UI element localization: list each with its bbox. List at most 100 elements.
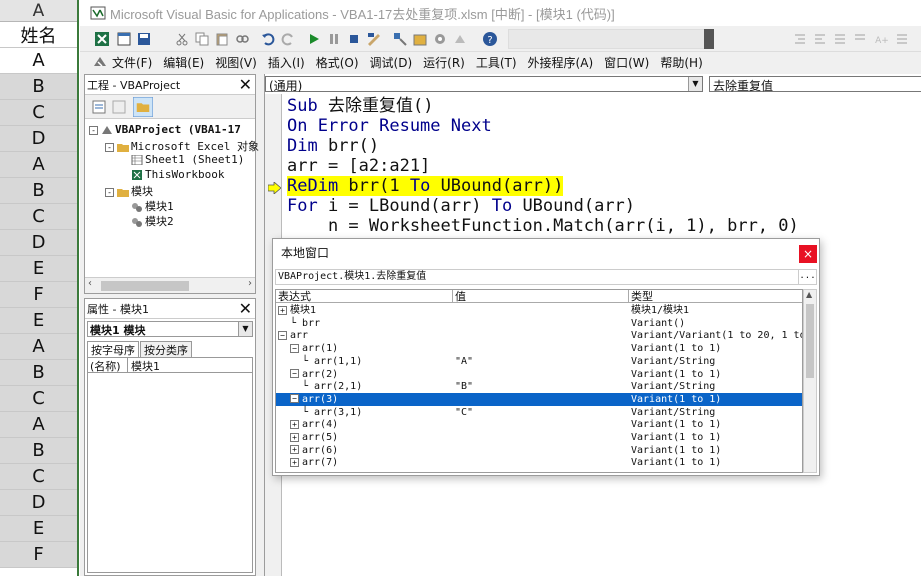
menu-item[interactable]: 运行(R) <box>423 54 465 71</box>
tree-module2[interactable]: 模块2 <box>131 213 174 229</box>
view-object-icon[interactable] <box>111 99 127 115</box>
locals-row[interactable]: + arr(5) Variant(1 to 1) <box>276 431 802 444</box>
expand-icon[interactable]: + <box>290 419 299 429</box>
excel-cell[interactable]: C <box>0 386 77 412</box>
locals-row[interactable]: + arr(6) Variant(1 to 1) <box>276 444 802 457</box>
tree-modules-folder[interactable]: - 模块 <box>105 183 153 199</box>
comment-block-icon[interactable] <box>832 31 848 47</box>
font-size-icon[interactable]: A+ <box>874 31 890 47</box>
excel-cell[interactable]: E <box>0 308 77 334</box>
locals-row[interactable]: └ arr(3,1) "C" Variant/String <box>276 406 802 419</box>
menu-item[interactable]: 窗口(W) <box>604 54 649 71</box>
properties-panel-close-button[interactable]: ✕ <box>239 300 252 318</box>
project-hscrollbar[interactable]: ‹ › <box>85 277 255 293</box>
menu-item[interactable]: 视图(V) <box>215 54 257 71</box>
code-line-arr[interactable]: arr = [a2:a21] <box>287 156 430 176</box>
menu-item[interactable]: 工具(T) <box>476 54 517 71</box>
excel-cell[interactable]: A <box>0 152 77 178</box>
code-line-redim-current[interactable]: ReDim brr(1 To UBound(arr)) <box>287 176 564 196</box>
menu-item[interactable]: 调试(D) <box>370 54 413 71</box>
code-line-sub[interactable]: Sub 去除重复值() <box>287 96 433 116</box>
locals-row[interactable]: − arr(2) Variant(1 to 1) <box>276 368 802 381</box>
tree-module1[interactable]: 模块1 <box>131 198 174 214</box>
excel-view-icon[interactable] <box>94 31 110 47</box>
expand-icon[interactable]: + <box>290 432 299 442</box>
find-icon[interactable] <box>234 31 250 47</box>
header-cell[interactable]: 姓名 <box>0 22 77 48</box>
tree-sheet1[interactable]: Sheet1 (Sheet1) <box>131 153 244 166</box>
toggle-folders-icon[interactable] <box>133 97 153 117</box>
locals-row[interactable]: └ arr(1,1) "A" Variant/String <box>276 355 802 368</box>
copy-icon[interactable] <box>194 31 210 47</box>
excel-cell[interactable]: C <box>0 464 77 490</box>
collapse-icon[interactable]: − <box>290 343 299 353</box>
undo-icon[interactable] <box>260 31 276 47</box>
uncomment-block-icon[interactable] <box>852 31 868 47</box>
code-line-dim[interactable]: Dim brr() <box>287 136 379 156</box>
tree-vbaproject[interactable]: - VBAProject (VBA1-17 <box>89 123 241 136</box>
locals-row[interactable]: └ arr(2,1) "B" Variant/String <box>276 380 802 393</box>
scroll-right-icon[interactable]: › <box>248 278 252 289</box>
paste-icon[interactable] <box>214 31 230 47</box>
scroll-up-icon[interactable]: ▲ <box>806 290 812 299</box>
header-type[interactable]: 类型 <box>629 290 802 303</box>
chevron-down-icon[interactable]: ▼ <box>688 77 702 91</box>
project-panel-close-button[interactable]: ✕ <box>239 76 252 94</box>
code-line-for[interactable]: For i = LBound(arr) To UBound(arr) <box>287 196 635 216</box>
redo-icon[interactable] <box>280 31 296 47</box>
locals-row[interactable]: + arr(4) Variant(1 to 1) <box>276 418 802 431</box>
tree-excel-objects[interactable]: - Microsoft Excel 对象 <box>105 138 259 154</box>
menu-item[interactable]: 格式(O) <box>316 54 359 71</box>
locals-row[interactable]: + arr(7) Variant(1 to 1) <box>276 456 802 469</box>
excel-cell[interactable]: A <box>0 334 77 360</box>
menu-item[interactable]: 帮助(H) <box>660 54 702 71</box>
excel-cell[interactable]: D <box>0 490 77 516</box>
insert-module-icon[interactable] <box>116 31 132 47</box>
object-combobox[interactable]: 模块1 模块 ▼ <box>87 321 253 337</box>
expand-icon[interactable]: + <box>278 305 287 315</box>
menu-item[interactable]: 插入(I) <box>268 54 305 71</box>
excel-cell[interactable]: D <box>0 230 77 256</box>
help-icon[interactable]: ? <box>482 31 498 47</box>
excel-cell[interactable]: B <box>0 178 77 204</box>
collapse-icon[interactable]: − <box>278 330 287 340</box>
outdent-icon[interactable] <box>812 31 828 47</box>
excel-cell[interactable]: F <box>0 282 77 308</box>
column-header-a[interactable]: A <box>0 0 77 22</box>
locals-vscrollbar[interactable]: ▲ <box>803 289 817 473</box>
cut-icon[interactable] <box>174 31 190 47</box>
expand-icon[interactable]: + <box>290 457 299 467</box>
locals-row[interactable]: + 模块1 模块1/模块1 <box>276 304 802 317</box>
code-line-on-error[interactable]: On Error Resume Next <box>287 116 492 136</box>
tab-categorized[interactable]: 按分类序 <box>140 341 192 357</box>
property-row-name[interactable]: (名称) 模块1 <box>87 357 253 373</box>
break-icon[interactable] <box>326 31 342 47</box>
tab-alphabetic[interactable]: 按字母序 <box>87 341 139 357</box>
menu-item[interactable]: 文件(F) <box>112 54 152 71</box>
project-explorer-icon[interactable] <box>392 31 408 47</box>
code-line-match[interactable]: n = WorksheetFunction.Match(arr(i, 1), b… <box>287 216 799 236</box>
excel-cell[interactable]: B <box>0 360 77 386</box>
expand-icon[interactable]: + <box>290 445 299 455</box>
toggle-bookmark-icon[interactable] <box>894 31 910 47</box>
excel-cell[interactable]: D <box>0 126 77 152</box>
locals-row[interactable]: − arr Variant/Variant(1 to 20, 1 to <box>276 329 802 342</box>
tree-thisworkbook[interactable]: ThisWorkbook <box>131 168 224 181</box>
properties-icon[interactable] <box>412 31 428 47</box>
excel-cell[interactable]: A <box>0 48 77 74</box>
vba-menu-icon[interactable] <box>92 54 108 70</box>
excel-cell[interactable]: A <box>0 412 77 438</box>
call-stack-button[interactable]: ... <box>798 270 816 284</box>
locals-close-button[interactable]: × <box>799 245 817 263</box>
reset-icon[interactable] <box>346 31 362 47</box>
object-browser-icon[interactable] <box>432 31 448 47</box>
locals-row[interactable]: − arr(3) Variant(1 to 1) <box>276 392 802 406</box>
procedure-dropdown[interactable]: 去除重复值 <box>709 76 921 93</box>
excel-cell[interactable]: F <box>0 542 77 568</box>
header-value[interactable]: 值 <box>453 290 629 303</box>
excel-cell[interactable]: C <box>0 100 77 126</box>
view-code-icon[interactable] <box>91 99 107 115</box>
menu-item[interactable]: 编辑(E) <box>163 54 204 71</box>
scroll-left-icon[interactable]: ‹ <box>88 278 92 289</box>
excel-cell[interactable]: E <box>0 256 77 282</box>
